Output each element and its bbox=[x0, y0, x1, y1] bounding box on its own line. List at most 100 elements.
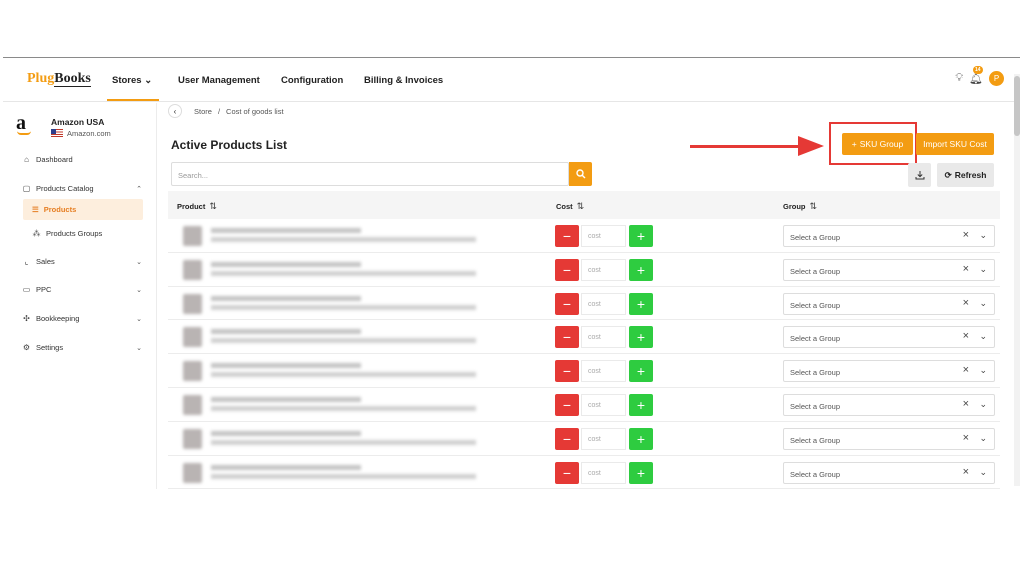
sidebar-item-bookkeeping[interactable]: ✣ Bookkeeping ⌄ bbox=[22, 314, 142, 323]
cost-input[interactable]: cost bbox=[581, 360, 626, 383]
chevron-down-icon[interactable]: ⌄ bbox=[979, 399, 987, 410]
increase-cost-button[interactable]: + bbox=[629, 461, 653, 484]
nav-billing-invoices[interactable]: Billing & Invoices bbox=[364, 75, 443, 86]
increase-cost-button[interactable]: + bbox=[629, 258, 653, 281]
chevron-up-icon: ⌃ bbox=[136, 185, 142, 193]
group-select[interactable]: Select a Group × ⌄ bbox=[783, 461, 995, 484]
page-title: Active Products List bbox=[171, 138, 288, 152]
sort-icon[interactable]: ⇅ bbox=[810, 201, 818, 212]
decrease-cost-button[interactable]: − bbox=[555, 326, 579, 349]
increase-cost-button[interactable]: + bbox=[629, 393, 653, 416]
table-row: − cost + Select a Group × ⌄ bbox=[168, 388, 1000, 422]
sidebar-item-products[interactable]: ☰ Products bbox=[23, 199, 143, 220]
clear-icon[interactable]: × bbox=[963, 297, 969, 309]
decrease-cost-button[interactable]: − bbox=[555, 258, 579, 281]
sidebar-item-products-catalog[interactable]: ▢ Products Catalog ⌃ bbox=[22, 184, 142, 193]
group-select[interactable]: Select a Group × ⌄ bbox=[783, 360, 995, 383]
decrease-cost-button[interactable]: − bbox=[555, 427, 579, 450]
clear-icon[interactable]: × bbox=[963, 229, 969, 241]
group-select[interactable]: Select a Group × ⌄ bbox=[783, 326, 995, 349]
cost-input[interactable]: cost bbox=[581, 326, 626, 349]
increase-cost-button[interactable]: + bbox=[629, 427, 653, 450]
group-select[interactable]: Select a Group × ⌄ bbox=[783, 225, 995, 247]
product-details-blurred bbox=[211, 372, 476, 378]
decrease-cost-button[interactable]: − bbox=[555, 393, 579, 416]
increase-cost-button[interactable]: + bbox=[629, 292, 653, 315]
avatar[interactable]: P bbox=[989, 71, 1004, 86]
search-input[interactable]: Search... bbox=[171, 162, 569, 186]
import-sku-cost-button[interactable]: Import SKU Cost bbox=[916, 133, 994, 155]
chevron-down-icon[interactable]: ⌄ bbox=[979, 264, 987, 275]
group-select[interactable]: Select a Group × ⌄ bbox=[783, 292, 995, 315]
group-select[interactable]: Select a Group × ⌄ bbox=[783, 258, 995, 281]
column-header-cost[interactable]: Cost ⇅ bbox=[556, 201, 584, 212]
nav-user-management[interactable]: User Management bbox=[178, 75, 260, 86]
clear-icon[interactable]: × bbox=[963, 398, 969, 410]
chevron-down-icon[interactable]: ⌄ bbox=[979, 467, 987, 478]
chevron-down-icon[interactable]: ⌄ bbox=[979, 230, 987, 241]
nav-configuration[interactable]: Configuration bbox=[281, 75, 343, 86]
clear-icon[interactable]: × bbox=[963, 466, 969, 478]
breadcrumb-separator: / bbox=[217, 106, 221, 116]
download-button[interactable] bbox=[908, 163, 931, 187]
annotation-arrow-head bbox=[798, 136, 824, 156]
group-select[interactable]: Select a Group × ⌄ bbox=[783, 393, 995, 416]
sidebar-item-dashboard[interactable]: ⌂ Dashboard bbox=[22, 155, 142, 164]
plus-icon: + bbox=[636, 329, 646, 346]
scrollbar-thumb[interactable] bbox=[1014, 76, 1020, 136]
clear-icon[interactable]: × bbox=[963, 364, 969, 376]
cost-input[interactable]: cost bbox=[581, 258, 626, 281]
chevron-down-icon: ⌄ bbox=[136, 315, 142, 323]
column-header-group[interactable]: Group ⇅ bbox=[783, 201, 817, 212]
table-row: − cost + Select a Group × ⌄ bbox=[168, 219, 1000, 253]
lightbulb-icon[interactable]: 💡︎ bbox=[955, 72, 963, 85]
cost-input[interactable]: cost bbox=[581, 427, 626, 450]
amazon-smile-icon bbox=[17, 131, 31, 135]
chevron-down-icon[interactable]: ⌄ bbox=[979, 365, 987, 376]
sidebar-item-sales[interactable]: ⌞ Sales ⌄ bbox=[22, 257, 142, 266]
decrease-cost-button[interactable]: − bbox=[555, 461, 579, 484]
group-select-placeholder: Select a Group bbox=[790, 266, 841, 276]
table-row: − cost + Select a Group × ⌄ bbox=[168, 354, 1000, 388]
increase-cost-button[interactable]: + bbox=[629, 360, 653, 383]
bell-icon[interactable]: 🔔︎ 14 bbox=[969, 66, 983, 85]
plus-icon: + bbox=[636, 228, 646, 244]
chevron-down-icon[interactable]: ⌄ bbox=[979, 433, 987, 444]
plus-icon: + bbox=[636, 430, 646, 447]
decrease-cost-button[interactable]: − bbox=[555, 292, 579, 315]
breadcrumb-store[interactable]: Store bbox=[194, 107, 212, 116]
decrease-cost-button[interactable]: − bbox=[555, 360, 579, 383]
clear-icon[interactable]: × bbox=[963, 263, 969, 275]
cost-input[interactable]: cost bbox=[581, 292, 626, 315]
decrease-cost-button[interactable]: − bbox=[555, 225, 579, 247]
sidebar-item-products-groups[interactable]: ⁂ Products Groups bbox=[32, 229, 152, 238]
sort-icon[interactable]: ⇅ bbox=[209, 201, 217, 212]
plugbooks-logo[interactable]: PlugBooks bbox=[27, 71, 91, 87]
store-domain: Amazon.com bbox=[67, 129, 111, 138]
clear-icon[interactable]: × bbox=[963, 330, 969, 342]
app-window: PlugBooks Stores ⌄ User Management Confi… bbox=[3, 57, 1020, 489]
cost-input[interactable]: cost bbox=[581, 461, 626, 484]
search-button[interactable] bbox=[569, 162, 592, 186]
column-label: Group bbox=[783, 202, 806, 211]
table-row: − cost + Select a Group × ⌄ bbox=[168, 320, 1000, 355]
group-select[interactable]: Select a Group × ⌄ bbox=[783, 427, 995, 450]
minus-icon: − bbox=[562, 261, 572, 278]
chevron-down-icon[interactable]: ⌄ bbox=[979, 331, 987, 342]
add-sku-group-button[interactable]: + SKU Group bbox=[842, 133, 913, 155]
column-header-product[interactable]: Product ⇅ bbox=[177, 201, 217, 212]
back-button[interactable]: ‹ bbox=[168, 104, 182, 118]
refresh-button[interactable]: ⟳ Refresh bbox=[937, 163, 994, 187]
sort-icon[interactable]: ⇅ bbox=[577, 201, 585, 212]
nav-stores[interactable]: Stores ⌄ bbox=[112, 75, 152, 86]
increase-cost-button[interactable]: + bbox=[629, 326, 653, 349]
group-select-placeholder: Select a Group bbox=[790, 334, 841, 344]
group-select-placeholder: Select a Group bbox=[790, 368, 841, 378]
clear-icon[interactable]: × bbox=[963, 432, 969, 444]
cost-input[interactable]: cost bbox=[581, 225, 626, 247]
increase-cost-button[interactable]: + bbox=[629, 225, 653, 247]
cost-input[interactable]: cost bbox=[581, 393, 626, 416]
sidebar-item-settings[interactable]: ⚙︎ Settings ⌄ bbox=[22, 343, 142, 352]
sidebar-item-ppc[interactable]: ▭ PPC ⌄ bbox=[22, 285, 142, 294]
chevron-down-icon[interactable]: ⌄ bbox=[979, 298, 987, 309]
